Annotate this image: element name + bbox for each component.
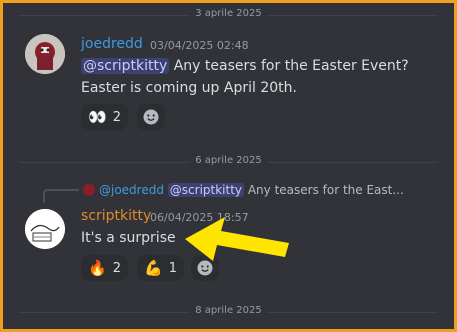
date-divider-label: 6 aprile 2025 [189,155,268,166]
muscle-emoji: 💪 [144,258,163,277]
date-divider: 8 aprile 2025 [19,305,438,316]
reaction-fire[interactable]: 🔥 2 [81,255,128,281]
reply-avatar[interactable] [83,184,95,196]
date-divider-label: 8 aprile 2025 [189,305,268,316]
reaction-eyes[interactable]: 👀 2 [81,104,128,130]
mention[interactable]: @scriptkitty [81,58,170,74]
arrow-annotation [185,217,289,261]
avatar-scriptkitty[interactable] [25,209,65,249]
avatar-joedredd[interactable] [25,34,65,74]
reply-connector [43,189,79,203]
message-text: @scriptkitty Any teasers for the Easter … [81,58,409,74]
add-reaction-button[interactable] [137,104,165,130]
message-author[interactable]: scriptkitty [81,208,151,224]
fire-emoji: 🔥 [88,258,107,277]
message-timestamp: 03/04/2025 02:48 [150,39,249,52]
reply-author[interactable]: @joedredd [99,183,164,197]
message-text: It's a surprise [81,230,176,246]
date-divider: 6 aprile 2025 [19,155,438,166]
reply-text: Any teasers for the East... [244,183,404,197]
date-divider: 3 aprile 2025 [19,8,438,19]
reply-mention[interactable]: @scriptkitty [167,183,245,197]
add-reaction-icon [143,109,159,125]
reply-preview[interactable]: @joedredd @scriptkitty Any teasers for t… [99,183,409,197]
reaction-count: 2 [112,260,121,276]
chat-frame: 3 aprile 2025 joedredd 03/04/2025 02:48 … [3,3,454,329]
message-author[interactable]: joedredd [81,36,143,52]
date-divider-label: 3 aprile 2025 [189,8,268,19]
reaction-count: 2 [112,109,121,125]
reaction-count: 1 [168,260,177,276]
message-text-line2: Easter is coming up April 20th. [81,80,297,96]
eyes-emoji: 👀 [88,107,107,126]
reaction-muscle[interactable]: 💪 1 [137,255,184,281]
